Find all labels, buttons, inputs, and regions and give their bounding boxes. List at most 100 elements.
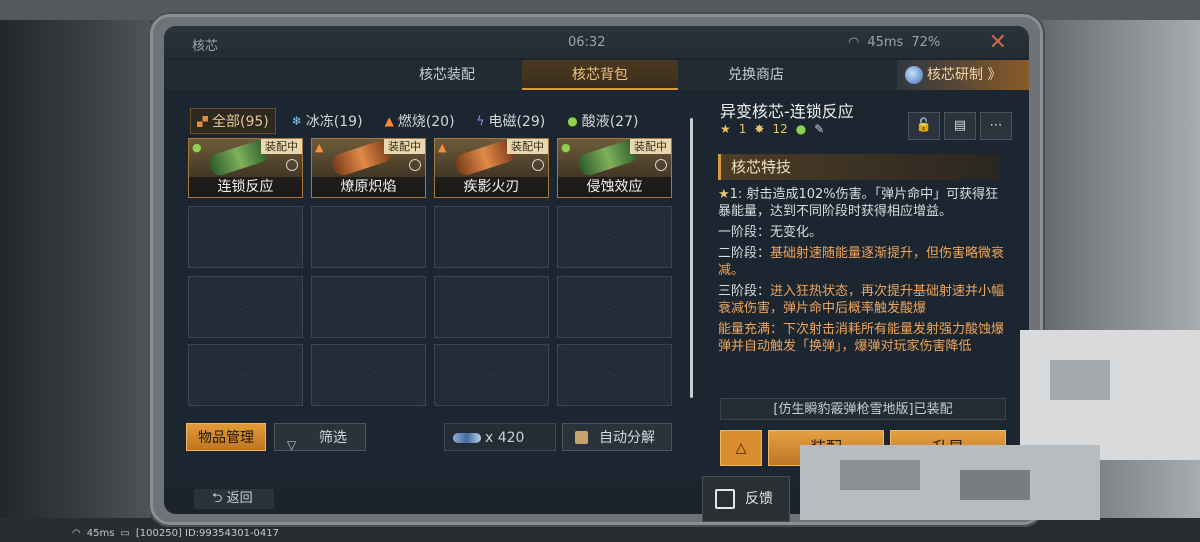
level-dot-icon <box>655 159 667 171</box>
close-icon[interactable]: ✕ <box>989 30 1007 55</box>
core-detail-title: 异变核芯-连锁反应 <box>720 102 854 121</box>
window-title: 核芯 <box>192 39 219 54</box>
wifi-icon: ◠ <box>848 35 860 50</box>
battery-icon: ▭ <box>120 528 130 539</box>
back-button[interactable]: ⮌ 返回 <box>194 489 274 509</box>
filter-fire-label: 燃烧(20) <box>397 114 455 130</box>
empty-slot[interactable] <box>311 344 426 406</box>
level-dot-icon <box>409 159 421 171</box>
skill-paragraph-1: 1: 射击造成102%伤害。「弹片命中」可获得狂暴能量，达到不同阶段时获得相应增… <box>718 187 999 219</box>
core-skill-description: ★1: 射击造成102%伤害。「弹片命中」可获得狂暴能量，达到不同阶段时获得相应… <box>718 186 1008 406</box>
stage-2-prefix: 二阶段： <box>718 246 771 261</box>
stat-star: 1 <box>738 122 747 136</box>
detail-actions: 🔓 ▤ ⋯ <box>908 112 1012 140</box>
empty-slot[interactable] <box>434 206 549 268</box>
droplet-icon: ● <box>567 114 578 128</box>
full-energy-text: 能量充满：下次射击消耗所有能量发射强力酸蚀爆弹并自动触发「换弹」，爆弹对玩家伤害… <box>718 322 1005 354</box>
filter-ice[interactable]: ❄ 冰冻(19) <box>286 109 369 133</box>
return-arrow-icon: ⮌ <box>212 491 223 506</box>
acid-droplet-icon: ● <box>795 122 807 136</box>
mosaic-patch <box>1020 330 1200 460</box>
empty-slot[interactable] <box>311 276 426 338</box>
collapse-triangle-icon[interactable]: △ <box>720 430 762 466</box>
level-dot-icon <box>286 159 298 171</box>
empty-slot[interactable] <box>557 206 672 268</box>
mosaic-patch <box>1050 360 1110 400</box>
grid-icon <box>197 115 208 127</box>
core-name: 疾影火刃 <box>435 177 548 197</box>
empty-slot[interactable] <box>188 206 303 268</box>
filter-acid-label: 酸液(27) <box>581 114 639 130</box>
back-label: 返回 <box>226 491 253 506</box>
filter-fire[interactable]: ▲ 燃烧(20) <box>379 109 461 133</box>
auto-decompose-button[interactable]: 自动分解 <box>562 423 672 451</box>
tab-core-assembly[interactable]: 核芯装配 <box>372 60 522 90</box>
tab-bar: 核芯装配 核芯背包 兑换商店 核芯研制 》 <box>164 60 1029 90</box>
equipped-badge: 装配中 <box>630 139 671 154</box>
more-icon[interactable]: ⋯ <box>980 112 1012 140</box>
feedback-label: 反馈 <box>745 491 773 507</box>
filter-electric[interactable]: ϟ 电磁(29) <box>471 109 552 133</box>
filter-all-label: 全部(95) <box>212 114 269 130</box>
flame-element-icon: ▲ <box>315 141 324 154</box>
crystal-icon <box>453 433 481 443</box>
auto-decompose-label: 自动分解 <box>599 430 655 446</box>
equipped-badge: 装配中 <box>384 139 425 154</box>
footer-ping: 45ms <box>86 528 115 539</box>
snowflake-icon: ❄ <box>291 114 302 128</box>
feedback-button[interactable]: 反馈 <box>702 476 790 522</box>
wifi-icon: ◠ <box>72 528 81 539</box>
core-detail-panel: 异变核芯-连锁反应 ★ 1 ✸ 12 ● ✎ 🔓 ▤ ⋯ 核芯特技 ★1: 射击… <box>714 98 1014 478</box>
filter-all[interactable]: 全部(95) <box>190 108 276 134</box>
weapon-icon: ✎ <box>814 122 825 136</box>
core-card-chain-reaction[interactable]: ● 装配中 连锁反应 <box>188 138 303 198</box>
acid-element-icon: ● <box>561 141 571 154</box>
core-skill-header: 核芯特技 <box>718 154 1000 180</box>
core-name: 连锁反应 <box>189 177 302 197</box>
currency-display: x 420 <box>444 423 556 451</box>
empty-slot[interactable] <box>311 206 426 268</box>
empty-slot[interactable] <box>557 276 672 338</box>
clock-time: 06:32 <box>568 35 606 50</box>
stat-level: 12 <box>772 122 788 136</box>
grid-scrollbar[interactable] <box>690 118 693 398</box>
empty-slot[interactable] <box>188 276 303 338</box>
item-manage-button[interactable]: 物品管理 <box>186 423 266 451</box>
feedback-icon <box>715 489 735 509</box>
triangle-down-icon: ▽ <box>287 438 297 452</box>
footer-status: ◠ 45ms ▭ [100250] ID:99354301-0417 <box>72 528 279 539</box>
empty-slot[interactable] <box>188 344 303 406</box>
tab-core-backpack[interactable]: 核芯背包 <box>522 60 678 90</box>
flame-icon: ▲ <box>384 114 394 128</box>
filter-button[interactable]: ▽ 筛选 <box>274 423 366 452</box>
core-card-erosion-effect[interactable]: ● 装配中 侵蚀效应 <box>557 138 672 198</box>
filter-button-label: 筛选 <box>319 430 347 446</box>
tab-core-research[interactable]: 核芯研制 》 <box>897 60 1029 90</box>
core-card-prairie-fire[interactable]: ▲ 装配中 燎原炽焰 <box>311 138 426 198</box>
battery-text: 72% <box>911 35 941 50</box>
card-icon[interactable]: ▤ <box>944 112 976 140</box>
globe-icon <box>905 66 923 84</box>
tab-exchange-shop[interactable]: 兑换商店 <box>678 60 834 90</box>
core-card-shadow-fire-blade[interactable]: ▲ 装配中 疾影火刃 <box>434 138 549 198</box>
core-grid: ● 装配中 连锁反应 ▲ 装配中 燎原炽焰 ▲ 装配中 疾影火刃 ● 装配中 侵… <box>188 138 680 406</box>
box-icon <box>575 431 588 444</box>
status-area: ◠ 45ms 72% <box>848 35 940 50</box>
core-name: 燎原炽焰 <box>312 177 425 197</box>
footer-id: [100250] ID:99354301-0417 <box>135 528 280 539</box>
filter-acid[interactable]: ● 酸液(27) <box>561 109 644 133</box>
flame-element-icon: ▲ <box>438 141 447 154</box>
lock-icon[interactable]: 🔓 <box>908 112 940 140</box>
filter-ice-label: 冰冻(19) <box>305 114 363 130</box>
mosaic-patch <box>840 460 920 490</box>
equipped-badge: 装配中 <box>507 139 548 154</box>
empty-slot[interactable] <box>434 276 549 338</box>
empty-slot[interactable] <box>434 344 549 406</box>
empty-slot[interactable] <box>557 344 672 406</box>
star-icon: ★ <box>720 122 731 136</box>
ping-text: 45ms <box>867 35 904 50</box>
star-icon: ★ <box>718 187 730 202</box>
mosaic-patch <box>960 470 1030 500</box>
equipped-on-label: [仿生瞬豹霰弹枪雪地版]已装配 <box>720 398 1006 420</box>
acid-element-icon: ● <box>192 141 202 154</box>
